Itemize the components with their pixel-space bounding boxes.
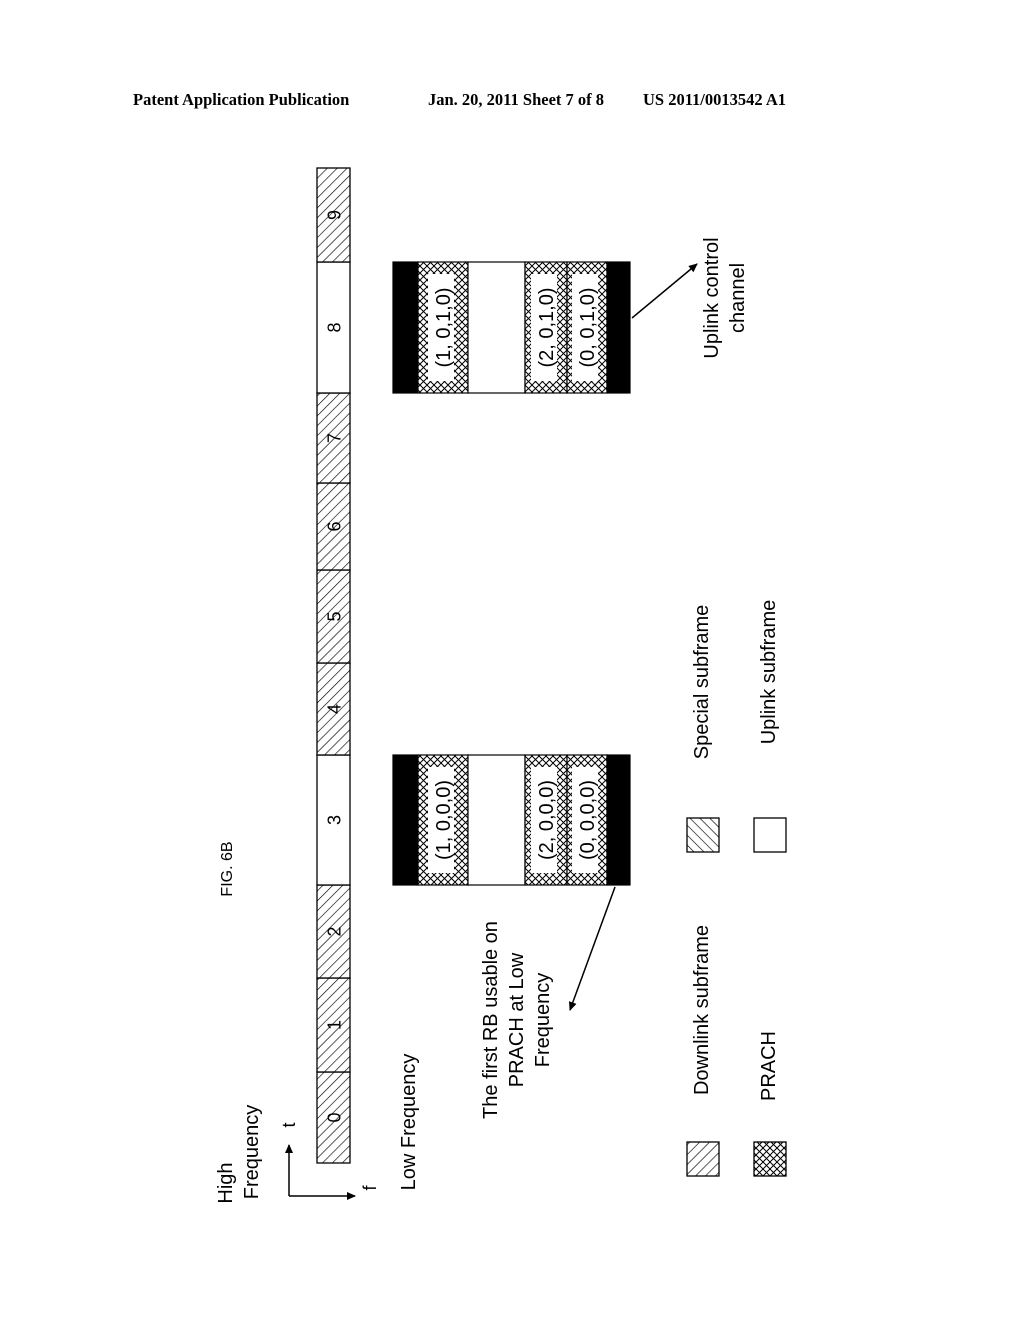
block-column-control <box>606 261 631 394</box>
first-rb-annotation-line1: The first RB usable on <box>480 921 502 1119</box>
legend-item-downlink: Downlink subframe <box>686 925 720 1177</box>
resource-block-3: (1, 0,0,0) (2, 0,0,0) (0, 0,0,0) <box>392 754 631 886</box>
legend-swatch-uplink <box>753 817 787 853</box>
block-column-uplink <box>467 754 526 886</box>
subframe-5: 5 <box>316 569 351 664</box>
subframe-2: 2 <box>316 884 351 979</box>
subframe-index-label: 7 <box>325 433 345 443</box>
subframe-index-label: 1 <box>325 1020 345 1030</box>
subframe-4: 4 <box>316 662 351 756</box>
subframe-index-label: 2 <box>325 926 345 936</box>
subframe-strip: 0 1 2 3 4 5 6 7 8 9 <box>316 167 351 1164</box>
subframe-index-label: 0 <box>325 1112 345 1122</box>
subframe-7: 7 <box>316 392 351 484</box>
subframe-3: 3 <box>316 754 351 886</box>
block-column-control <box>606 754 631 886</box>
legend-label: PRACH <box>758 1031 780 1101</box>
legend-label: Downlink subframe <box>691 925 713 1095</box>
first-rb-arrow <box>568 886 616 1011</box>
legend-item-special: Special subframe <box>686 605 720 853</box>
legend-swatch-prach <box>753 1141 787 1177</box>
figure-label: FIG. 6B <box>219 841 236 896</box>
low-frequency-label: Low Frequency <box>398 1054 420 1191</box>
legend-item-uplink: Uplink subframe <box>753 600 787 853</box>
subframe-0: 0 <box>316 1071 351 1164</box>
block-column-control <box>392 261 419 394</box>
subframe-index-label: 6 <box>325 521 345 531</box>
first-rb-annotation-line2: PRACH at Low <box>506 952 528 1087</box>
legend-swatch-downlink <box>686 1141 720 1177</box>
block-column-uplink <box>467 261 526 394</box>
subframe-index-label: 5 <box>325 611 345 621</box>
prach-index-label: (1, 0,0,0) <box>433 780 455 860</box>
t-axis-label: t <box>279 1122 299 1127</box>
resource-block-8: (1, 0,1,0) (2, 0,1,0) (0, 0,1,0) <box>392 261 631 394</box>
legend-item-prach: PRACH <box>753 1031 787 1177</box>
prach-index-label: (0, 0,1,0) <box>577 287 599 367</box>
high-frequency-label-line2: Frequency <box>241 1105 263 1200</box>
uplink-control-annotation-line2: channel <box>727 263 749 333</box>
subframe-index-label: 8 <box>325 322 345 332</box>
legend: Downlink subframe Special subframe PRACH Up… <box>686 600 787 1177</box>
figure-6b: FIG. 6B High Frequency Low Frequency t f… <box>215 167 787 1204</box>
legend-swatch-special <box>686 817 720 853</box>
first-rb-annotation-line3: Frequency <box>532 973 554 1068</box>
subframe-9: 9 <box>316 167 351 263</box>
prach-index-label: (2, 0,0,0) <box>536 780 558 860</box>
block-column-control <box>392 754 419 886</box>
resource-blocks: (1, 0,0,0) (2, 0,0,0) (0, 0,0,0) (1, 0,1,0)… <box>392 261 631 886</box>
legend-label: Uplink subframe <box>758 600 780 745</box>
uplink-control-annotation-line1: Uplink control <box>701 237 723 358</box>
prach-index-label: (2, 0,1,0) <box>536 287 558 367</box>
prach-index-label: (1, 0,1,0) <box>433 287 455 367</box>
subframe-6: 6 <box>316 482 351 571</box>
f-axis-label: f <box>360 1185 380 1191</box>
subframe-index-label: 9 <box>325 210 345 220</box>
high-frequency-label-line1: High <box>215 1162 237 1203</box>
legend-label: Special subframe <box>691 605 713 760</box>
subframe-index-label: 3 <box>325 815 345 825</box>
subframe-8: 8 <box>316 261 351 394</box>
uplink-control-arrow <box>631 263 698 319</box>
prach-index-label: (0, 0,0,0) <box>577 780 599 860</box>
subframe-1: 1 <box>316 977 351 1073</box>
subframe-index-label: 4 <box>325 704 345 714</box>
